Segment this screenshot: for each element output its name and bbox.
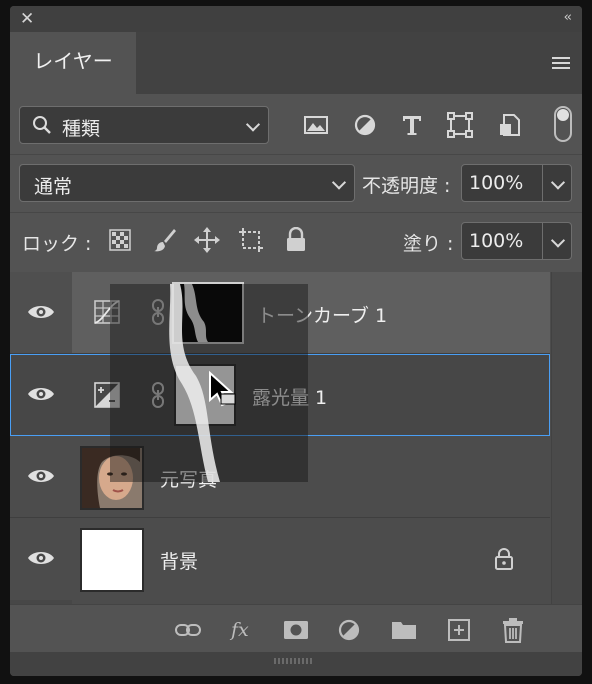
- lock-label: ロック :: [22, 233, 92, 255]
- layer-name[interactable]: 背景: [160, 547, 198, 574]
- layers-list: トーンカーブ 1 露光量 1 元写真 背景: [10, 272, 582, 604]
- lock-artboard-icon[interactable]: [237, 226, 265, 254]
- drag-cursor-icon: [209, 370, 236, 407]
- adjustment-filter-icon[interactable]: [351, 111, 379, 139]
- lock-image-pixels-icon[interactable]: [152, 227, 178, 253]
- lock-all-icon[interactable]: [284, 227, 308, 253]
- layer-mask-thumbnail[interactable]: [172, 282, 244, 344]
- layers-bottom-toolbar: fx: [10, 604, 582, 653]
- visibility-eye-icon[interactable]: [26, 466, 56, 486]
- fill-value[interactable]: 100%: [469, 230, 523, 252]
- chevron-down-icon: [245, 117, 261, 132]
- layers-panel: ✕ ‹‹ レイヤー 種類 通常 不透明度: 100% ロック: 塗り: 1…: [10, 6, 582, 676]
- photo-thumbnail[interactable]: [80, 446, 144, 510]
- divider: [10, 212, 582, 213]
- mask-link-icon[interactable]: [151, 382, 165, 408]
- new-adjustment-icon[interactable]: [336, 617, 364, 643]
- svg-text:fx: fx: [229, 619, 249, 641]
- opacity-field[interactable]: 100%: [461, 164, 572, 202]
- blend-mode-value: 通常: [34, 176, 73, 198]
- layer-row-background[interactable]: 背景: [10, 518, 550, 600]
- new-layer-icon[interactable]: [445, 617, 473, 643]
- visibility-eye-icon[interactable]: [26, 548, 56, 568]
- fx-layer-style-icon[interactable]: fx: [229, 617, 257, 643]
- fill-field[interactable]: 100%: [461, 222, 572, 260]
- panel-title-strip: ✕ ‹‹: [10, 6, 582, 32]
- add-mask-icon[interactable]: [282, 617, 310, 643]
- layer-name[interactable]: トーンカーブ 1: [257, 301, 387, 328]
- shape-filter-icon[interactable]: [446, 111, 474, 139]
- visibility-eye-icon[interactable]: [26, 302, 56, 322]
- divider: [10, 154, 582, 155]
- layer-row-curves[interactable]: トーンカーブ 1: [10, 272, 550, 354]
- opacity-label: 不透明度 :: [362, 175, 451, 197]
- filter-kind-label: 種類: [62, 118, 101, 140]
- smart-object-filter-icon[interactable]: [496, 111, 524, 139]
- close-panel-button[interactable]: ✕: [20, 9, 34, 29]
- chevron-down-icon: [331, 175, 347, 190]
- mask-link-icon[interactable]: [151, 299, 165, 325]
- curves-adjustment-icon: [94, 300, 120, 324]
- delete-layer-trash-icon[interactable]: [499, 617, 527, 643]
- chevron-down-icon[interactable]: [550, 175, 566, 190]
- resize-grip-icon[interactable]: [274, 658, 314, 664]
- image-filter-icon[interactable]: [302, 111, 330, 139]
- tab-layers[interactable]: レイヤー: [10, 32, 136, 94]
- layer-row-exposure[interactable]: 露光量 1: [10, 354, 550, 436]
- new-group-folder-icon[interactable]: [390, 617, 418, 643]
- tab-bar: レイヤー: [10, 32, 582, 94]
- layer-row-photo[interactable]: 元写真: [10, 436, 550, 518]
- blend-mode-dropdown[interactable]: 通常: [19, 164, 355, 202]
- opacity-value[interactable]: 100%: [469, 172, 523, 194]
- lock-position-icon[interactable]: [193, 226, 221, 254]
- layer-name[interactable]: 元写真: [160, 465, 217, 492]
- visibility-eye-icon[interactable]: [26, 384, 56, 404]
- collapse-panel-button[interactable]: ‹‹: [564, 10, 573, 25]
- layer-name[interactable]: 露光量 1: [252, 383, 327, 410]
- search-icon: [33, 116, 51, 134]
- lock-transparent-pixels-icon[interactable]: [109, 229, 131, 251]
- filter-toggle-icon[interactable]: [554, 106, 572, 142]
- panel-resize-footer[interactable]: [10, 652, 582, 676]
- layers-scrollbar[interactable]: [551, 272, 582, 604]
- panel-menu-icon[interactable]: [552, 57, 570, 72]
- link-layers-icon[interactable]: [174, 617, 202, 643]
- chevron-down-icon[interactable]: [550, 233, 566, 248]
- filter-kind-dropdown[interactable]: 種類: [19, 106, 269, 144]
- fill-label: 塗り :: [403, 233, 454, 255]
- background-thumbnail[interactable]: [80, 528, 144, 592]
- layer-lock-icon: [495, 548, 513, 570]
- type-filter-icon[interactable]: [398, 111, 426, 139]
- exposure-adjustment-icon: [94, 382, 120, 408]
